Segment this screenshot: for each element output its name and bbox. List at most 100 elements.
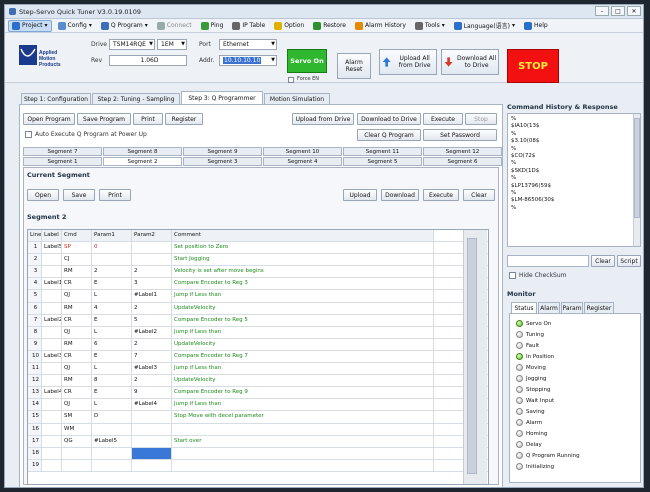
history-scrollbar[interactable] xyxy=(633,114,640,246)
param1-cell[interactable] xyxy=(92,254,132,266)
table-row[interactable]: 6 RM 4 2 UpdateVelocity xyxy=(28,302,488,315)
table-row[interactable]: 7 Label2 CR E 5 Compare Encoder to Reg 5 xyxy=(28,314,488,327)
register-button[interactable]: Register xyxy=(165,113,203,125)
cmd-cell[interactable] xyxy=(62,447,92,459)
param2-cell[interactable]: 2 xyxy=(132,266,172,278)
monitor-tab-register[interactable]: Register xyxy=(584,302,614,313)
comment-cell[interactable]: Start Jogging xyxy=(172,254,434,266)
label-cell[interactable]: Label2 xyxy=(42,314,62,326)
param2-cell[interactable]: #Label2 xyxy=(132,326,172,338)
param1-cell[interactable] xyxy=(92,447,132,459)
addr-select[interactable]: 10.10.10.10 ▼ xyxy=(219,55,277,66)
label-cell[interactable] xyxy=(42,435,62,447)
cmd-cell[interactable]: WM xyxy=(62,423,92,435)
label-cell[interactable] xyxy=(42,459,62,471)
menu-item-project[interactable]: Project ▾ xyxy=(8,19,52,32)
comment-cell[interactable]: UpdateVelocity xyxy=(172,375,434,387)
param1-cell[interactable]: #Label5 xyxy=(92,435,132,447)
param1-cell[interactable]: D xyxy=(92,411,132,423)
comment-cell[interactable]: Stop Move with decel parameter xyxy=(172,411,434,423)
param2-cell[interactable] xyxy=(132,435,172,447)
segment-tab-12[interactable]: Segment 12 xyxy=(423,147,502,156)
history-clear-button[interactable]: Clear xyxy=(591,255,615,267)
table-row[interactable]: 18 xyxy=(28,447,488,460)
cmd-cell[interactable]: QJ xyxy=(62,326,92,338)
param2-cell[interactable]: 9 xyxy=(132,387,172,399)
menu-item-config[interactable]: Config ▾ xyxy=(55,21,95,31)
comment-cell[interactable]: Jump if Less than xyxy=(172,326,434,338)
alarm-reset-button[interactable]: Alarm Reset xyxy=(337,53,371,79)
comment-cell[interactable]: Compare Encoder to Reg 7 xyxy=(172,350,434,363)
monitor-tab-alarm[interactable]: Alarm xyxy=(538,302,560,313)
cmd-cell[interactable]: QG xyxy=(62,435,92,447)
cmd-cell[interactable]: RM xyxy=(62,338,92,350)
segment-tab-11[interactable]: Segment 11 xyxy=(343,147,422,156)
upload-all-button[interactable]: Upload All from Drive xyxy=(379,49,437,75)
comment-cell[interactable] xyxy=(172,459,434,471)
param2-cell[interactable] xyxy=(132,411,172,423)
segment-tab-7[interactable]: Segment 7 xyxy=(23,147,102,156)
comment-cell[interactable]: Start over xyxy=(172,435,434,447)
param1-cell[interactable]: L xyxy=(92,363,132,375)
table-row[interactable]: 13 Label4 CR E 9 Compare Encoder to Reg 9 xyxy=(28,387,488,400)
force-en-checkbox[interactable] xyxy=(288,77,294,83)
grid-scrollbar[interactable] xyxy=(463,230,487,484)
param2-cell[interactable]: 5 xyxy=(132,314,172,326)
param1-cell[interactable]: L xyxy=(92,399,132,411)
segment-tab-1[interactable]: Segment 1 xyxy=(23,157,102,166)
table-row[interactable]: 15 SM D Stop Move with decel parameter xyxy=(28,411,488,424)
table-row[interactable]: 16 WM xyxy=(28,423,488,436)
menu-item-ip-table[interactable]: IP Table xyxy=(229,21,268,31)
hide-checksum-checkbox[interactable] xyxy=(509,272,516,279)
segment-tab-8[interactable]: Segment 8 xyxy=(103,147,182,156)
upload-from-drive-button[interactable]: Upload from Drive xyxy=(292,113,354,125)
comment-cell[interactable] xyxy=(172,447,434,459)
segment-print-button[interactable]: Print xyxy=(99,189,131,201)
label-cell[interactable] xyxy=(42,326,62,338)
tab-tuning-sampling[interactable]: Step 2: Tuning - Sampling xyxy=(92,93,180,104)
label-cell[interactable]: Label4 xyxy=(42,387,62,399)
label-cell[interactable] xyxy=(42,254,62,266)
param1-cell[interactable]: 0 xyxy=(92,242,132,254)
label-cell[interactable]: Label5 xyxy=(42,242,62,254)
table-row[interactable]: 11 QJ L #Label3 Jump if Less than xyxy=(28,363,488,376)
grid-scroll-thumb[interactable] xyxy=(467,238,477,474)
label-cell[interactable] xyxy=(42,399,62,411)
menu-item-tools[interactable]: Tools ▾ xyxy=(412,21,448,31)
segment-open-button[interactable]: Open xyxy=(27,189,59,201)
param1-cell[interactable]: E xyxy=(92,278,132,290)
param1-cell[interactable]: 8 xyxy=(92,375,132,387)
param1-cell[interactable]: 2 xyxy=(92,266,132,278)
menu-item-ping[interactable]: Ping xyxy=(198,21,227,31)
execute-program-button[interactable]: Execute xyxy=(423,113,463,125)
param1-cell[interactable]: E xyxy=(92,350,132,363)
cmd-cell[interactable]: SM xyxy=(62,411,92,423)
monitor-tab-param[interactable]: Param xyxy=(561,302,583,313)
servo-on-button[interactable]: Servo On xyxy=(287,49,327,73)
tab-q-programmer[interactable]: Step 3: Q Programmer xyxy=(181,91,263,104)
comment-cell[interactable]: UpdateVelocity xyxy=(172,338,434,350)
comment-cell[interactable]: Jump if Less than xyxy=(172,399,434,411)
param1-cell[interactable]: 6 xyxy=(92,338,132,350)
tab-motion-simulation[interactable]: Motion Simulation xyxy=(264,93,330,104)
open-program-button[interactable]: Open Program xyxy=(23,113,75,125)
param2-cell[interactable]: 2 xyxy=(132,338,172,350)
comment-cell[interactable] xyxy=(172,423,434,435)
label-cell[interactable] xyxy=(42,447,62,459)
table-row[interactable]: 12 RM 8 2 UpdateVelocity xyxy=(28,375,488,388)
cmd-cell[interactable]: CR xyxy=(62,387,92,399)
comment-cell[interactable]: Set position to Zero xyxy=(172,242,434,254)
segment-execute-button[interactable]: Execute xyxy=(423,189,459,201)
cmd-cell[interactable]: CR xyxy=(62,314,92,326)
param2-cell[interactable]: 3 xyxy=(132,278,172,290)
cmd-cell[interactable]: CJ xyxy=(62,254,92,266)
segment-tab-2[interactable]: Segment 2 xyxy=(103,157,182,166)
menu-item-restore[interactable]: Restore xyxy=(310,21,349,31)
close-button[interactable]: ✕ xyxy=(627,6,641,16)
param2-cell[interactable]: #Label1 xyxy=(132,290,172,302)
table-row[interactable]: 19 xyxy=(28,459,488,472)
segment-tab-5[interactable]: Segment 5 xyxy=(343,157,422,166)
param2-cell[interactable] xyxy=(132,242,172,254)
comment-cell[interactable]: UpdateVelocity xyxy=(172,302,434,314)
label-cell[interactable] xyxy=(42,363,62,375)
